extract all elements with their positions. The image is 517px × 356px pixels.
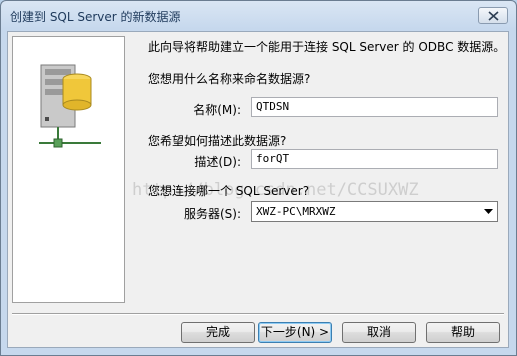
title-bar[interactable]: 创建到 SQL Server 的新数据源 (1, 1, 516, 31)
description-question: 您希望如何描述此数据源? (148, 134, 287, 148)
chevron-down-icon (484, 209, 493, 214)
close-icon (488, 11, 499, 21)
server-question: 您想连接哪一个 SQL Server? (148, 184, 310, 198)
name-label: 名称(M): (193, 103, 241, 117)
server-select-value: XWZ-PC\MRXWZ (256, 205, 336, 218)
server-label: 服务器(S): (183, 207, 241, 221)
wizard-side-panel (12, 36, 125, 303)
description-label: 描述(D): (194, 155, 241, 169)
server-select[interactable]: XWZ-PC\MRXWZ (251, 201, 498, 222)
server-computer-icon (39, 64, 101, 148)
cancel-button[interactable]: 取消 (342, 322, 416, 343)
name-question: 您想用什么名称来命名数据源? (148, 72, 311, 86)
button-separator (12, 313, 504, 315)
intro-text: 此向导将帮助建立一个能用于连接 SQL Server 的 ODBC 数据源。 (148, 40, 506, 54)
name-input[interactable]: QTDSN (251, 97, 498, 117)
next-button[interactable]: 下一步(N) > (258, 322, 332, 343)
close-button[interactable] (478, 7, 508, 24)
description-input[interactable]: forQT (251, 149, 498, 169)
dialog-window: 创建到 SQL Server 的新数据源 此向导将帮助建立一个能用于连接 SQL… (0, 0, 517, 356)
help-button[interactable]: 帮助 (426, 322, 500, 343)
finish-button[interactable]: 完成 (181, 322, 255, 343)
window-title: 创建到 SQL Server 的新数据源 (10, 10, 181, 24)
dialog-client-area: 此向导将帮助建立一个能用于连接 SQL Server 的 ODBC 数据源。 您… (7, 31, 509, 348)
